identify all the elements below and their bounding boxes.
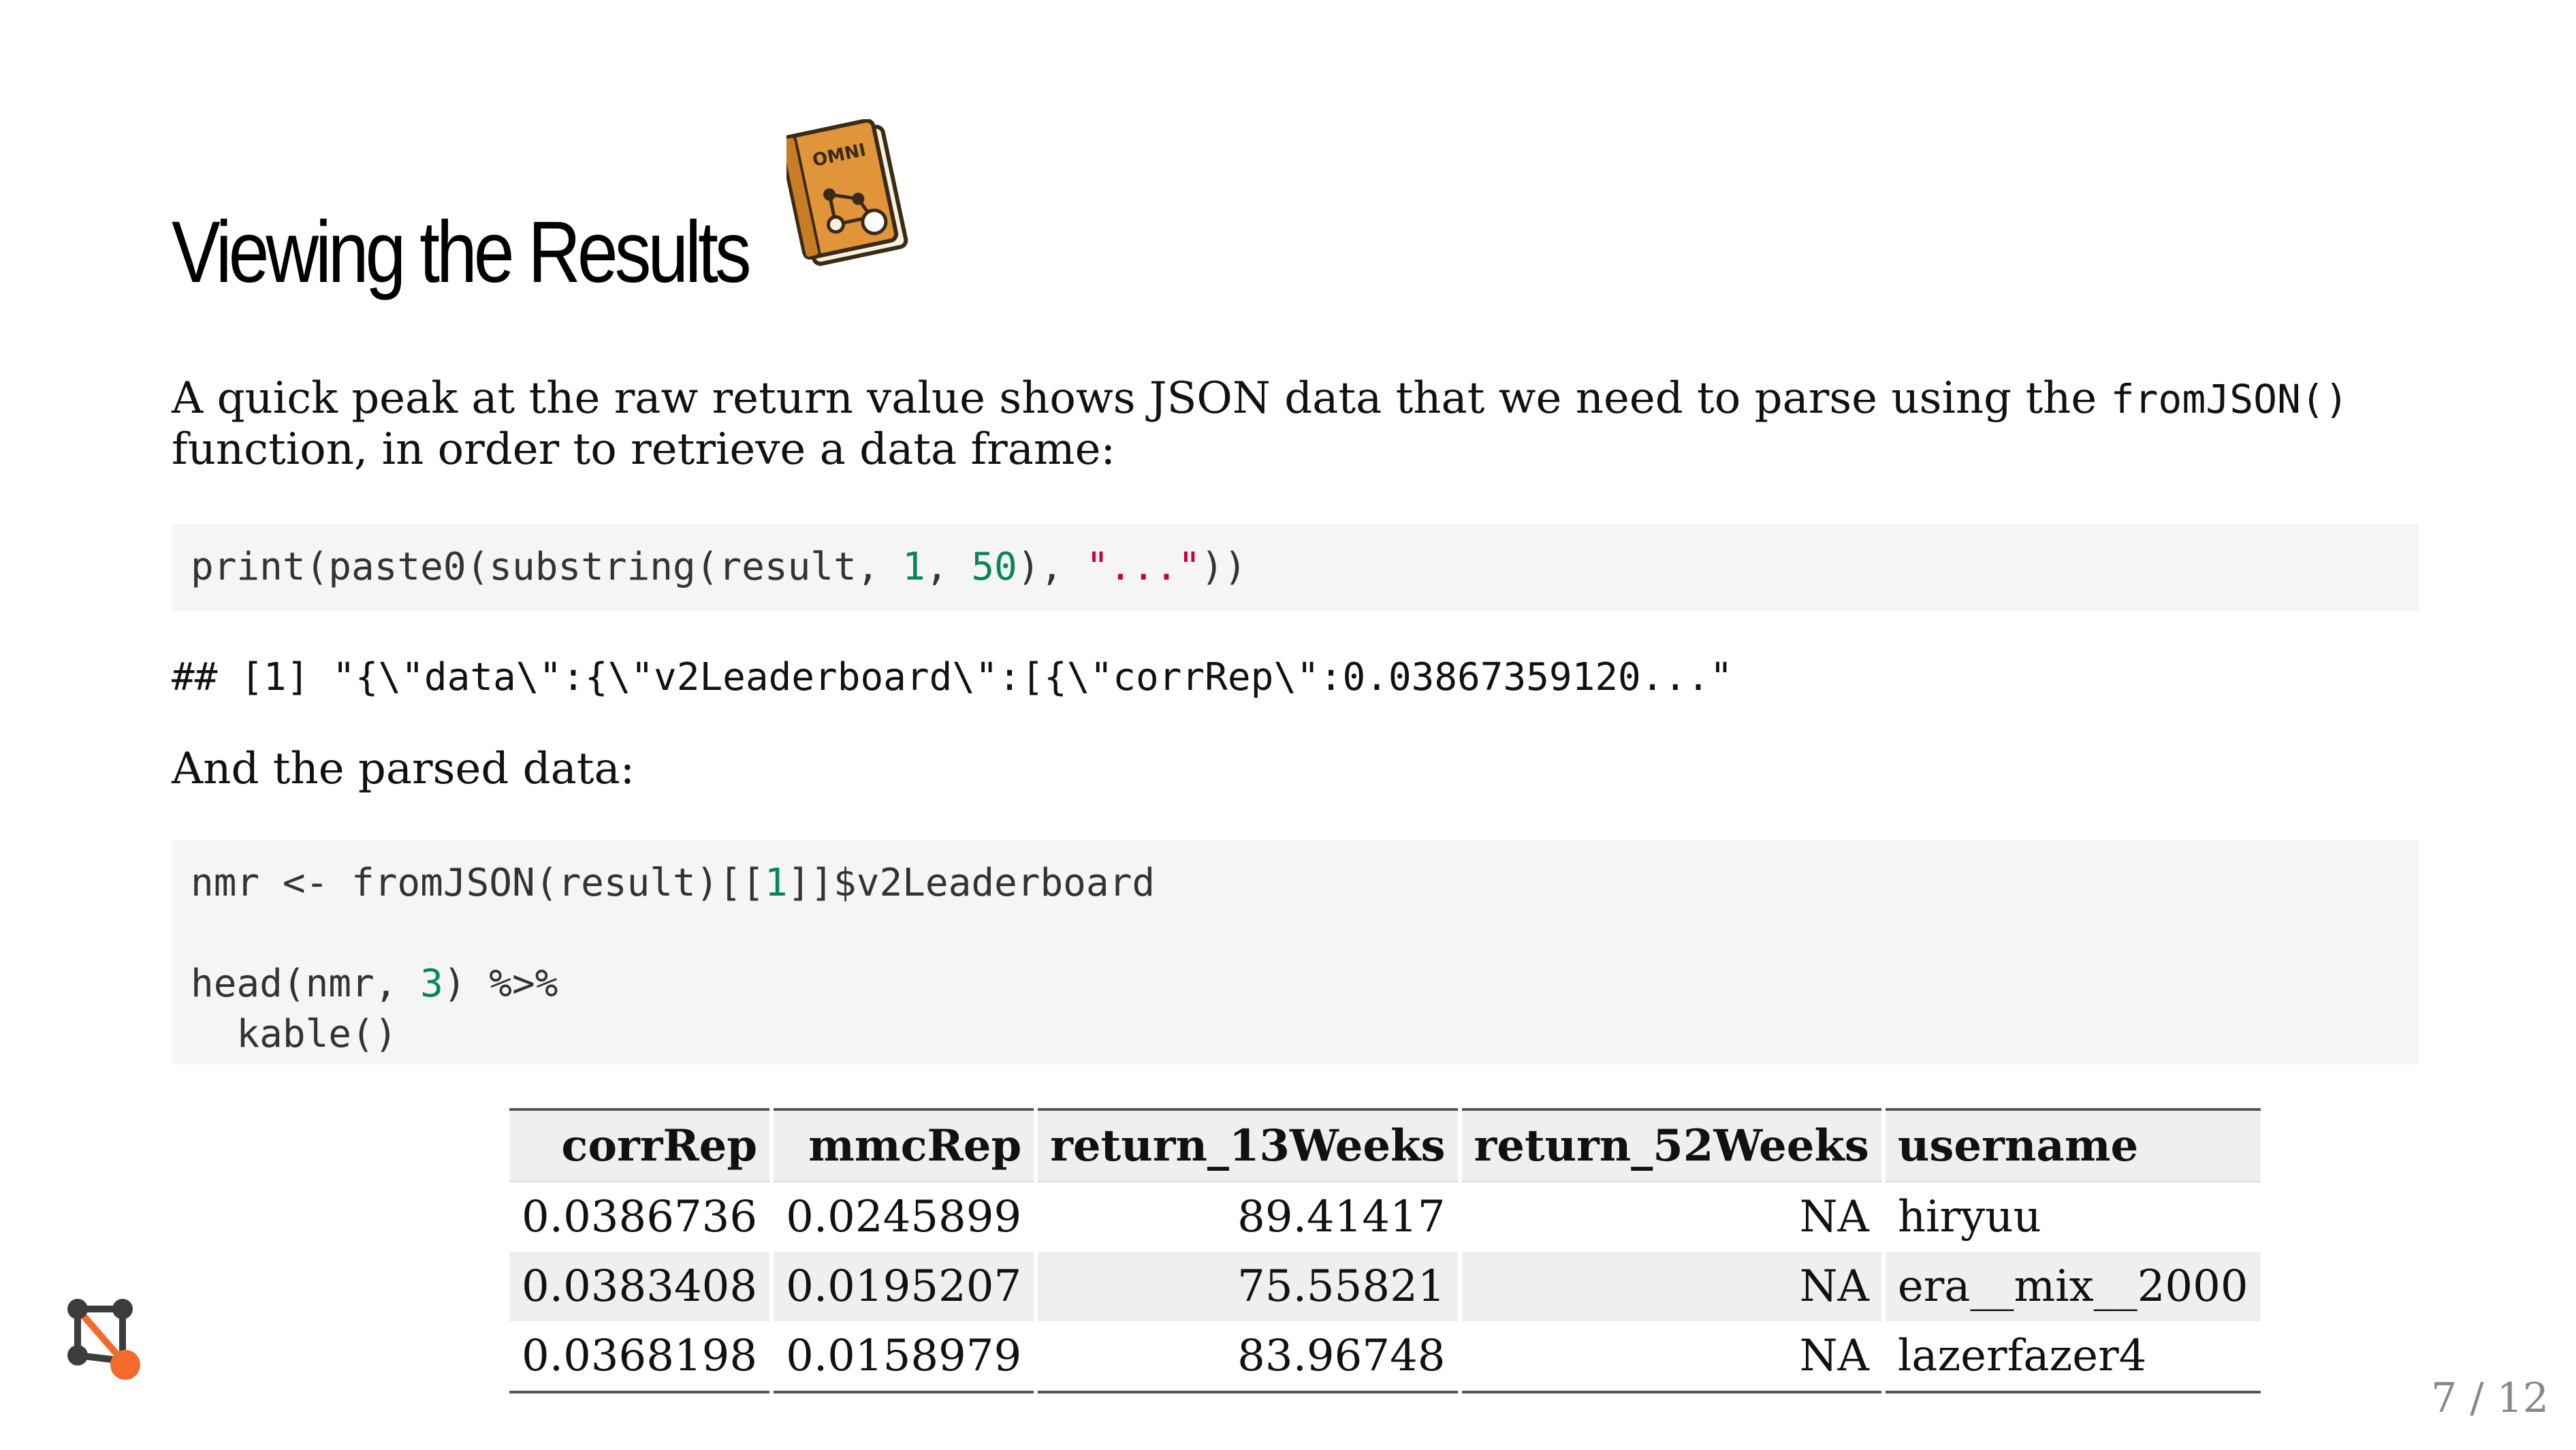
table-header-row: corrRep mmcRep return_13Weeks return_52W… [509,1109,2265,1182]
code-number: 1 [764,861,788,905]
table-cell: 0.0368198 [509,1321,774,1392]
column-header: username [1883,1109,2265,1182]
table-cell: 0.0158979 [772,1321,1038,1392]
table-row: 0.0383408 0.0195207 75.55821 NA era__mix… [509,1252,2265,1321]
table-cell: 0.0386736 [509,1182,774,1252]
code-number: 50 [971,545,1017,589]
table-cell: 0.0195207 [772,1252,1038,1321]
table-cell: 89.41417 [1036,1182,1462,1252]
page-number: 7 / 12 [2431,1374,2549,1422]
code-number: 3 [420,962,443,1006]
intro-paragraph: A quick peak at the raw return value sho… [172,373,2419,475]
table-row: 0.0386736 0.0245899 89.41417 NA hiryuu [509,1182,2265,1252]
table-cell: 0.0383408 [509,1252,774,1321]
column-header: mmcRep [772,1109,1038,1182]
parsed-data-label: And the parsed data: [172,744,635,794]
code-block-parse: nmr <- fromJSON(result)[[1]]$v2Leaderboa… [172,840,2419,1065]
table-cell: 83.96748 [1036,1321,1462,1392]
column-header: corrRep [509,1109,774,1182]
table-cell: lazerfazer4 [1883,1321,2265,1392]
intro-text-before: A quick peak at the raw return value sho… [172,373,2111,424]
page-title: Viewing the Results [172,204,752,301]
code-output: ## [1] "{\"data\":{\"v2Leaderboard\":[{\… [172,655,1733,699]
code-token: nmr <- fromJSON(result)[[ [191,861,765,905]
column-header: return_52Weeks [1459,1109,1886,1182]
code-token: head(nmr, [191,962,421,1006]
omni-book-icon: OMNI [786,119,908,266]
title-row: Viewing the Results [172,119,858,296]
table-cell: NA [1459,1252,1886,1321]
code-number: 1 [902,545,925,589]
column-header: return_13Weeks [1036,1109,1462,1182]
table-cell: 75.55821 [1036,1252,1462,1321]
graph-logo-icon [67,1299,140,1380]
code-token: , [925,545,972,589]
code-token: )) [1200,545,1247,589]
code-string: "..." [1085,545,1201,589]
code-block-print: print(paste0(substring(result, 1, 50), "… [172,524,2419,611]
slide: Viewing the Results OMNI A quick peak at… [0,0,2576,1450]
inline-code-fromjson: fromJSON() [2110,376,2349,422]
table-cell: era__mix__2000 [1883,1252,2265,1321]
code-token: ), [1017,545,1086,589]
table-cell: 0.0245899 [772,1182,1038,1252]
table-row: 0.0368198 0.0158979 83.96748 NA lazerfaz… [509,1321,2265,1392]
code-token: print(paste0(substring(result, [191,545,903,589]
intro-text-after: function, in order to retrieve a data fr… [172,424,1116,475]
code-token: kable() [191,1012,398,1056]
code-token: ]]$v2Leaderboard [787,861,1156,905]
table-cell: NA [1459,1182,1886,1252]
results-table: corrRep mmcRep return_13Weeks return_52W… [509,1108,2265,1393]
table-cell: NA [1459,1321,1886,1392]
code-token: ) %>% [443,962,558,1006]
table-cell: hiryuu [1883,1182,2265,1252]
